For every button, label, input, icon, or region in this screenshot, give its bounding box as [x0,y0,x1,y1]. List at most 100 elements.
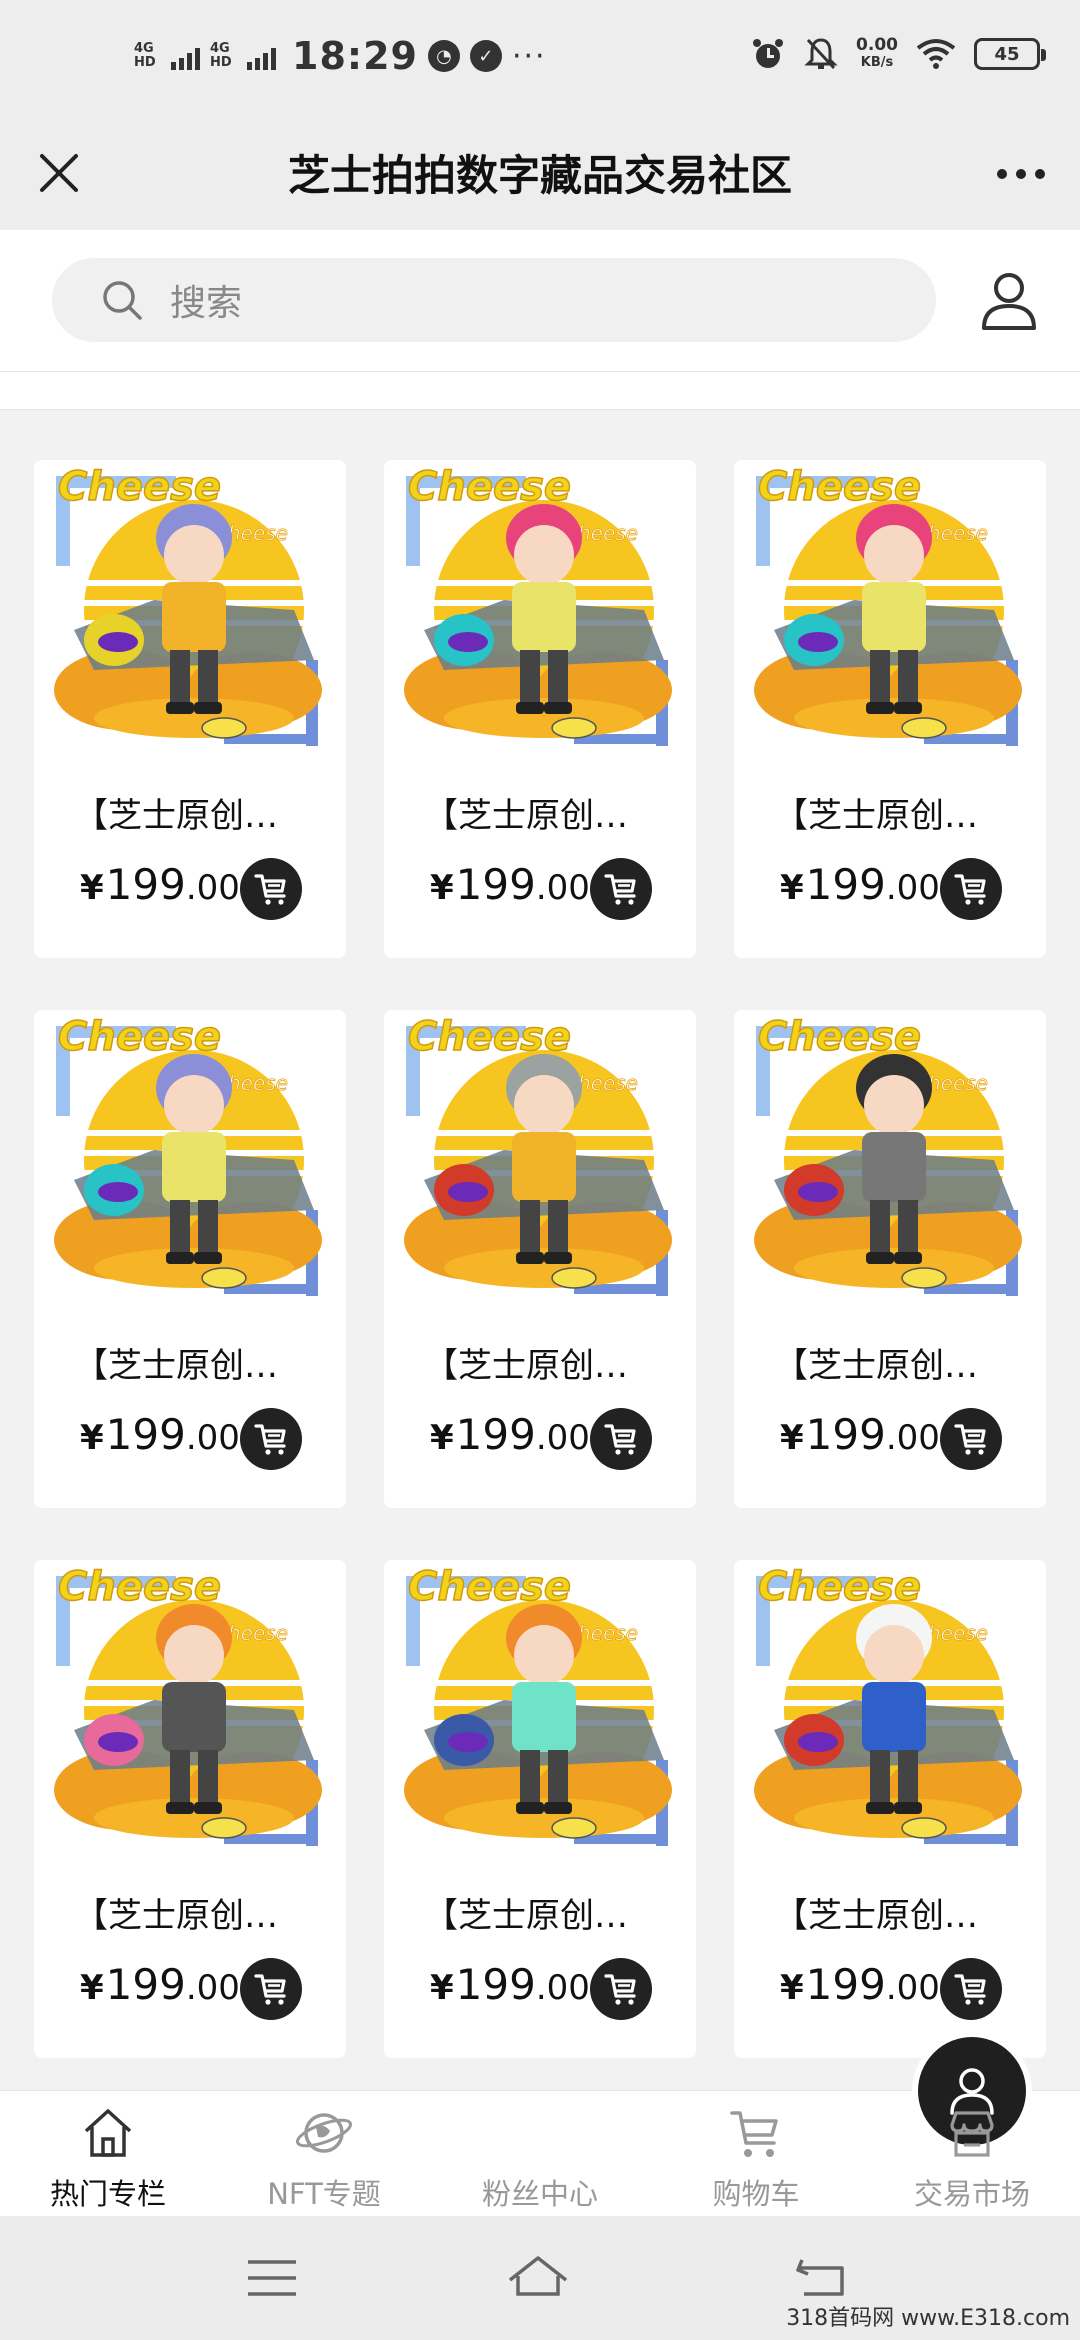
product-title: 【芝士原创… [74,1346,278,1386]
price-integer: 199 [105,1410,186,1459]
tab-label: 购物车 [712,2177,800,2211]
price-decimal: .00 [185,868,240,908]
tab-label: NFT专题 [267,2177,381,2211]
system-nav-bar: 318首码网 www.E318.com [0,2216,1080,2340]
add-to-cart-button[interactable] [240,1408,302,1470]
tab-hot[interactable]: 热门专栏 [0,2091,216,2217]
wifi-icon [916,39,956,69]
product-card[interactable]: Cheese Cheese 【芝士原创… ¥199.00 [384,1560,696,2058]
network-speed: 0.00 KB/s [856,36,898,72]
currency-symbol: ¥ [780,868,804,908]
add-to-cart-button[interactable] [940,1408,1002,1470]
check-icon: ✓ [469,40,502,72]
cart-icon [604,874,636,905]
add-to-cart-button[interactable] [940,858,1002,920]
tab-label: 热门专栏 [49,2177,166,2211]
cart-icon [604,1424,636,1455]
recent-apps-icon[interactable] [240,2246,304,2310]
tab-cart[interactable]: 购物车 [648,2091,864,2217]
cart-icon [954,874,986,905]
price-integer: 199 [805,1410,886,1459]
tab-nft[interactable]: NFT专题 [216,2091,432,2217]
currency-symbol: ¥ [80,1968,104,2008]
price-integer: 199 [455,1960,536,2009]
product-image: Cheese Cheese [734,1010,1046,1310]
tab-label: 交易市场 [913,2177,1030,2211]
network-label-2: 4G HD [210,41,232,70]
product-image: Cheese Cheese [734,460,1046,760]
price-decimal: .00 [185,1418,240,1458]
speed-unit: KB/s [860,55,894,70]
add-to-cart-button[interactable] [590,1958,652,2020]
cart-icon [254,874,286,905]
cart-icon [730,2111,778,2157]
product-card[interactable]: Cheese Cheese 【芝士原创… ¥199.00 [34,1010,346,1508]
dot-icon [1035,169,1045,179]
svg-text:Cheese: Cheese [58,464,221,510]
search-bar: 搜索 [0,230,1080,372]
status-right: 0.00 KB/s 45 [750,36,1046,72]
tab-fans[interactable]: 粉丝中心 [432,2031,1032,2217]
currency-symbol: ¥ [430,868,454,908]
product-card[interactable]: Cheese Cheese 【芝士原创… ¥199.00 [34,460,346,958]
home-icon [84,2109,132,2157]
price-decimal: .00 [535,868,590,908]
product-price: ¥199.00 [80,1960,240,2009]
product-card[interactable]: Cheese Cheese 【芝士原创… ¥199.00 [734,1010,1046,1508]
product-title: 【芝士原创… [774,1346,978,1386]
product-card[interactable]: Cheese Cheese 【芝士原创… ¥199.00 [734,460,1046,958]
product-price: ¥199.00 [430,1410,590,1459]
product-image: Cheese Cheese [34,460,346,760]
dot-icon [997,169,1007,179]
add-to-cart-button[interactable] [240,1958,302,2020]
dot-icon [1016,169,1026,179]
product-image: Cheese Cheese [734,1560,1046,1860]
more-notifications: ··· [511,38,547,74]
product-card[interactable]: Cheese Cheese 【芝士原创… ¥199.00 [34,1560,346,2058]
product-price: ¥199.00 [430,860,590,909]
mute-bell-icon [804,38,838,70]
globe-icon [296,2113,352,2153]
price-decimal: .00 [885,868,940,908]
price-decimal: .00 [885,1968,940,2008]
cart-icon [254,1974,286,2005]
price-decimal: .00 [185,1968,240,2008]
product-image: Cheese Cheese [34,1560,346,1860]
currency-symbol: ¥ [80,868,104,908]
svg-text:Cheese: Cheese [58,1014,221,1060]
svg-text:Cheese: Cheese [758,1564,921,1610]
add-to-cart-button[interactable] [940,1958,1002,2020]
status-left: 4G HD 4G HD 18:29 ◔ ✓ ··· [134,34,547,78]
search-icon [103,281,142,320]
product-price: ¥199.00 [780,1410,940,1459]
product-image: Cheese Cheese [384,460,696,760]
add-to-cart-button[interactable] [590,858,652,920]
cart-icon [254,1424,286,1455]
product-title: 【芝士原创… [74,1896,278,1936]
currency-symbol: ¥ [430,1418,454,1458]
signal-indicator-1: 4G HD [134,42,200,70]
price-integer: 199 [455,860,536,909]
add-to-cart-button[interactable] [240,858,302,920]
price-integer: 199 [105,860,186,909]
more-options-button[interactable] [986,144,1056,204]
battery-indicator: 45 [974,38,1046,70]
tab-market[interactable]: 交易市场 [864,2091,1080,2217]
search-input[interactable]: 搜索 [52,258,936,342]
product-card[interactable]: Cheese Cheese 【芝士原创… ¥199.00 [384,460,696,958]
home-nav-icon[interactable] [506,2246,570,2310]
svg-text:Cheese: Cheese [408,464,571,510]
title-bar: 芝士拍拍数字藏品交易社区 [0,120,1080,230]
product-title: 【芝士原创… [424,796,628,836]
product-title: 【芝士原创… [424,1346,628,1386]
product-image: Cheese Cheese [384,1560,696,1860]
product-title: 【芝士原创… [774,796,978,836]
product-card[interactable]: Cheese Cheese 【芝士原创… ¥199.00 [384,1010,696,1508]
add-to-cart-button[interactable] [590,1408,652,1470]
svg-text:Cheese: Cheese [408,1564,571,1610]
product-grid: Cheese Cheese 【芝士原创… ¥199.00 Cheese Chee… [34,460,1046,2058]
market-icon [950,2111,994,2157]
product-card[interactable]: Cheese Cheese 【芝士原创… ¥199.00 [734,1560,1046,2058]
watermark: 318首码网 www.E318.com [786,2306,1070,2331]
profile-icon[interactable] [974,266,1044,336]
